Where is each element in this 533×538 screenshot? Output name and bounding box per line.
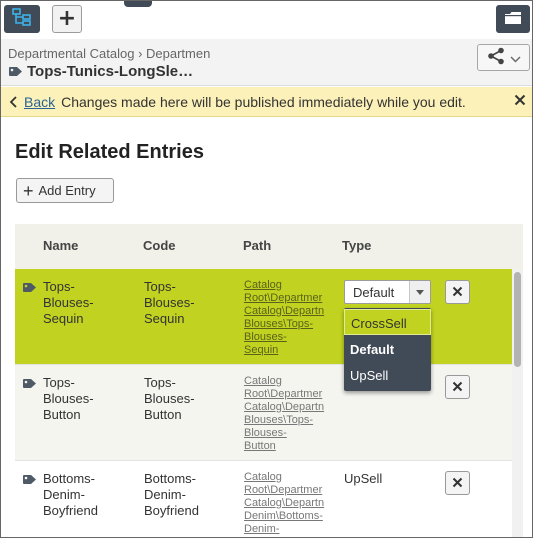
- column-header-type[interactable]: Type: [342, 238, 371, 253]
- add-entry-button[interactable]: + Add Entry: [16, 178, 114, 203]
- chevron-down-icon: [510, 48, 521, 67]
- table-row[interactable]: Tops- Blouses- Button Tops- Blouses- But…: [15, 365, 513, 461]
- entry-title: Tops-Tunics-LongSle…: [27, 63, 194, 80]
- back-link[interactable]: Back: [24, 94, 55, 110]
- entry-name: Tops- Blouses- Sequin: [43, 279, 94, 326]
- table-row[interactable]: Tops- Blouses- Sequin Tops- Blouses- Seq…: [15, 269, 513, 365]
- type-select[interactable]: Default: [344, 280, 431, 304]
- entry-type: UpSell: [344, 471, 383, 486]
- entry-path-link[interactable]: Catalog Root\Departmer Catalog\Departn B…: [244, 279, 336, 357]
- tree-view-button[interactable]: [4, 5, 40, 33]
- type-option-upsell[interactable]: UpSell: [344, 362, 431, 388]
- editor-panel: + Departmental Catalog › Departmen Tops-…: [0, 0, 533, 538]
- share-button[interactable]: [477, 44, 530, 71]
- remove-entry-button[interactable]: [445, 280, 470, 304]
- content-header: Departmental Catalog › Departmen Tops-Tu…: [1, 39, 532, 86]
- entry-path-link[interactable]: Catalog Root\Departmer Catalog\Departn B…: [244, 375, 336, 453]
- entry-code: Bottoms- Denim- Boyfriend: [144, 471, 199, 518]
- close-icon: [452, 476, 463, 491]
- entry-name: Bottoms- Denim- Boyfriend: [43, 471, 98, 518]
- column-header-path[interactable]: Path: [243, 238, 271, 253]
- top-toolbar: +: [1, 1, 532, 39]
- remove-entry-button[interactable]: [445, 471, 470, 495]
- add-button[interactable]: +: [52, 5, 82, 33]
- related-entries-table: Name Code Path Type Tops- Blouses- Sequi…: [15, 224, 523, 537]
- entry-name: Tops- Blouses- Button: [43, 375, 94, 422]
- remove-entry-button[interactable]: [445, 375, 470, 399]
- type-option-default[interactable]: Default: [344, 336, 431, 362]
- share-icon: [487, 47, 505, 69]
- warning-message: Changes made here will be published imme…: [61, 93, 466, 110]
- publish-warning-bar: Back Changes made here will be published…: [1, 87, 532, 117]
- vertical-scrollbar[interactable]: [512, 269, 523, 537]
- catalog-entry-icon: [8, 62, 23, 81]
- add-entry-label: Add Entry: [38, 183, 96, 198]
- close-icon: [452, 285, 463, 300]
- content-title: Tops-Tunics-LongSle…: [8, 62, 193, 81]
- toolbar-notch: [124, 1, 152, 7]
- catalog-entry-icon: [22, 377, 37, 392]
- table-row[interactable]: Bottoms- Denim- Boyfriend Bottoms- Denim…: [15, 461, 513, 537]
- table-header: Name Code Path Type: [15, 224, 523, 269]
- type-option-crosssell[interactable]: CrossSell: [344, 309, 431, 335]
- plus-icon: +: [23, 180, 34, 201]
- folder-button[interactable]: [496, 5, 530, 33]
- close-icon[interactable]: [514, 93, 526, 109]
- folder-icon: [504, 10, 522, 29]
- catalog-entry-icon: [22, 473, 37, 488]
- close-icon: [452, 380, 463, 395]
- caret-down-icon[interactable]: [409, 281, 430, 303]
- column-header-name[interactable]: Name: [43, 238, 78, 253]
- entry-path-link[interactable]: Catalog Root\Departmer Catalog\Departn D…: [244, 471, 336, 536]
- column-header-code[interactable]: Code: [143, 238, 176, 253]
- breadcrumb[interactable]: Departmental Catalog › Departmen: [8, 46, 220, 61]
- entry-code: Tops- Blouses- Button: [144, 375, 195, 422]
- type-dropdown-menu: CrossSell Default UpSell: [344, 308, 431, 391]
- entry-code: Tops- Blouses- Sequin: [144, 279, 195, 326]
- tree-view-icon: [12, 8, 32, 30]
- type-select-value: Default: [353, 285, 395, 300]
- catalog-entry-icon: [22, 281, 37, 296]
- scrollbar-thumb[interactable]: [514, 272, 521, 367]
- chevron-left-icon: [9, 95, 18, 108]
- page-title: Edit Related Entries: [15, 141, 204, 163]
